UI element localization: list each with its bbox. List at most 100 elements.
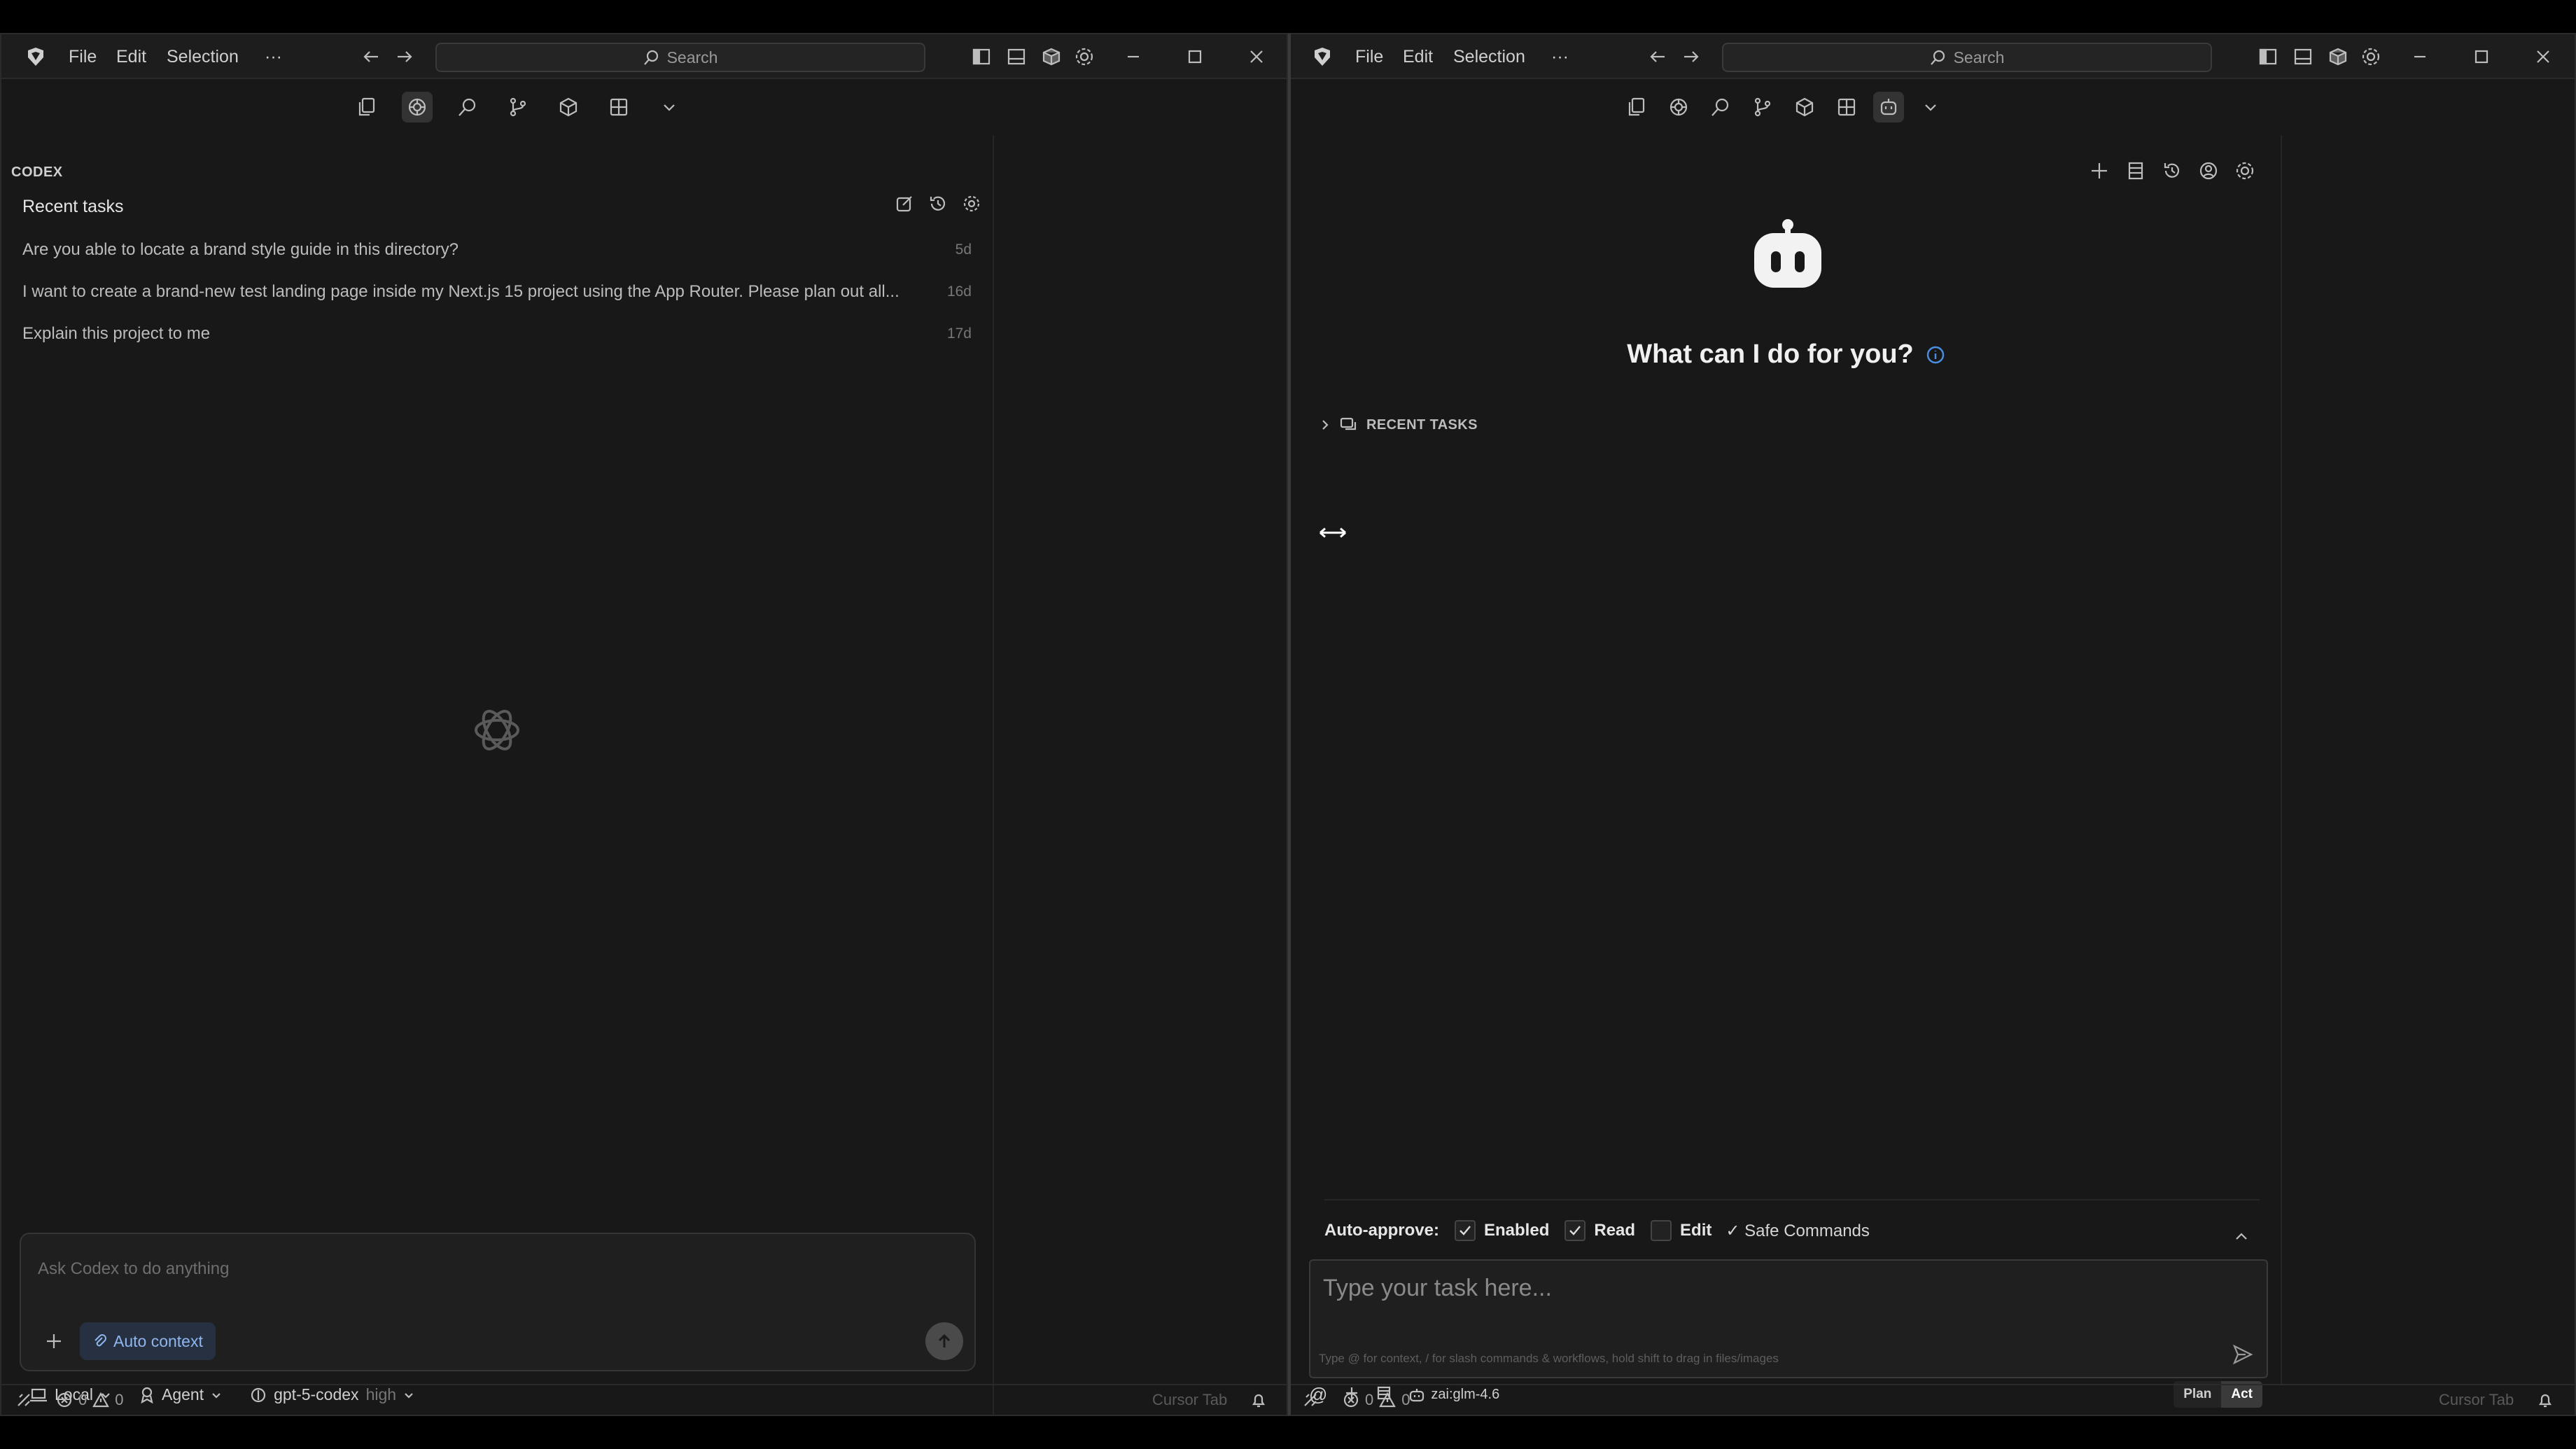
recent-task-item[interactable]: I want to create a brand-new test landin… bbox=[22, 278, 983, 306]
error-count: 0 bbox=[78, 1391, 88, 1408]
recent-task-item[interactable]: Are you able to locate a brand style gui… bbox=[22, 236, 983, 264]
notification-bell-icon[interactable] bbox=[2537, 1392, 2554, 1408]
back-arrow-icon[interactable] bbox=[361, 34, 381, 79]
panel-header-actions bbox=[2089, 160, 2255, 185]
menu-file[interactable]: File bbox=[1355, 34, 1383, 79]
task-input[interactable]: Type your task here... Type @ for contex… bbox=[1309, 1259, 2268, 1378]
welcome-heading: What can I do for you? bbox=[1291, 340, 2282, 370]
new-task-edit-icon[interactable] bbox=[895, 194, 914, 217]
menu-file[interactable]: File bbox=[69, 34, 97, 79]
search-label: Search bbox=[666, 48, 718, 66]
history-icon[interactable] bbox=[2162, 160, 2183, 185]
menu-more[interactable]: ··· bbox=[265, 34, 282, 79]
menu-selection[interactable]: Selection bbox=[1453, 34, 1525, 79]
recent-task-item[interactable]: Explain this project to me 17d bbox=[22, 320, 983, 348]
remote-connection-icon[interactable] bbox=[15, 1392, 32, 1408]
grid-layout-icon[interactable] bbox=[1831, 92, 1862, 122]
toggle-sidebar-icon[interactable] bbox=[972, 34, 991, 79]
cline-panel: What can I do for you? RECENT TASKS Auto… bbox=[1291, 135, 2282, 1408]
warning-count: 0 bbox=[115, 1391, 124, 1408]
chevron-down-icon[interactable] bbox=[654, 92, 685, 122]
explorer-files-icon[interactable] bbox=[1621, 92, 1652, 122]
explorer-files-icon[interactable] bbox=[351, 92, 382, 122]
resize-cursor-icon bbox=[1320, 527, 1346, 538]
settings-gear-icon[interactable] bbox=[2360, 34, 2381, 79]
send-icon[interactable] bbox=[2232, 1343, 2254, 1366]
search-sidebar-icon[interactable] bbox=[452, 92, 483, 122]
cline-robot-icon[interactable] bbox=[1873, 92, 1904, 122]
minimize-icon[interactable] bbox=[1126, 34, 1141, 79]
maximize-icon[interactable] bbox=[1187, 34, 1203, 79]
auto-context-button[interactable]: Auto context bbox=[80, 1322, 216, 1360]
recent-tasks-toggle[interactable]: RECENT TASKS bbox=[1319, 416, 1478, 433]
source-control-icon[interactable] bbox=[1747, 92, 1778, 122]
extensions-package-icon[interactable] bbox=[553, 92, 584, 122]
problems-indicator[interactable]: 0 0 bbox=[1343, 1391, 1410, 1409]
welcome-text: What can I do for you? bbox=[1627, 340, 1914, 369]
search-sidebar-icon[interactable] bbox=[1705, 92, 1736, 122]
settings-gear-icon[interactable] bbox=[962, 194, 981, 217]
extensions-package-icon[interactable] bbox=[1789, 92, 1820, 122]
command-search[interactable]: Search bbox=[435, 43, 925, 72]
error-count: 0 bbox=[1365, 1391, 1374, 1408]
read-label: Read bbox=[1594, 1221, 1636, 1240]
task-title: Are you able to locate a brand style gui… bbox=[22, 240, 459, 259]
check-icon bbox=[1569, 1226, 1581, 1236]
toggle-sidebar-icon[interactable] bbox=[2258, 34, 2278, 79]
chevron-up-icon[interactable] bbox=[2233, 1228, 2250, 1250]
task-placeholder: Type your task here... bbox=[1323, 1275, 1552, 1301]
minimize-icon[interactable] bbox=[2412, 34, 2428, 79]
grid-layout-icon[interactable] bbox=[603, 92, 634, 122]
panel-title: CODEX bbox=[11, 164, 63, 180]
menu-more[interactable]: ··· bbox=[1551, 34, 1569, 79]
paperclip-icon bbox=[94, 1334, 106, 1347]
problems-indicator[interactable]: 0 0 bbox=[56, 1391, 124, 1409]
codex-openai-icon[interactable] bbox=[402, 92, 433, 122]
app-logo-icon bbox=[1312, 34, 1333, 79]
cursor-tab-status[interactable]: Cursor Tab bbox=[1152, 1391, 1227, 1409]
comment-discussion-icon bbox=[1340, 417, 1357, 430]
chevron-down-icon[interactable] bbox=[1915, 92, 1946, 122]
close-icon[interactable] bbox=[1249, 34, 1264, 79]
prompt-placeholder: Ask Codex to do anything bbox=[38, 1259, 230, 1278]
left-window: File Edit Selection ··· Search CODEX Rec… bbox=[0, 33, 1288, 1416]
edit-checkbox[interactable] bbox=[1651, 1220, 1672, 1241]
new-task-plus-icon[interactable] bbox=[2089, 160, 2110, 185]
menu-selection[interactable]: Selection bbox=[167, 34, 239, 79]
toggle-panel-icon[interactable] bbox=[1007, 34, 1026, 79]
safe-commands-label[interactable]: ✓ Safe Commands bbox=[1726, 1221, 1870, 1241]
cursor-tab-status[interactable]: Cursor Tab bbox=[2439, 1391, 2514, 1409]
error-icon bbox=[1343, 1392, 1359, 1408]
history-icon[interactable] bbox=[928, 194, 948, 217]
info-icon[interactable] bbox=[1925, 344, 1946, 365]
toggle-panel-icon[interactable] bbox=[2293, 34, 2313, 79]
menu-edit[interactable]: Edit bbox=[116, 34, 146, 79]
forward-arrow-icon[interactable] bbox=[1681, 34, 1701, 79]
settings-gear-icon[interactable] bbox=[2234, 160, 2255, 185]
mcp-servers-icon[interactable] bbox=[2125, 160, 2146, 185]
source-control-icon[interactable] bbox=[503, 92, 533, 122]
task-age: 16d bbox=[946, 284, 972, 300]
command-search[interactable]: Search bbox=[1722, 43, 2212, 72]
extension-cube-icon[interactable] bbox=[1042, 34, 1061, 79]
notification-bell-icon[interactable] bbox=[1250, 1392, 1267, 1408]
maximize-icon[interactable] bbox=[2474, 34, 2489, 79]
read-checkbox[interactable] bbox=[1564, 1220, 1586, 1241]
task-title: I want to create a brand-new test landin… bbox=[22, 282, 899, 301]
task-title: Explain this project to me bbox=[22, 324, 211, 343]
codex-openai-icon[interactable] bbox=[1663, 92, 1694, 122]
extension-cube-icon[interactable] bbox=[2328, 34, 2348, 79]
forward-arrow-icon[interactable] bbox=[395, 34, 414, 79]
add-attachment-button[interactable] bbox=[36, 1324, 71, 1359]
search-icon bbox=[1930, 50, 1945, 65]
menu-edit[interactable]: Edit bbox=[1403, 34, 1433, 79]
remote-connection-icon[interactable] bbox=[1302, 1392, 1319, 1408]
close-icon[interactable] bbox=[2535, 34, 2551, 79]
enabled-label: Enabled bbox=[1484, 1221, 1550, 1240]
codex-prompt-box[interactable]: Ask Codex to do anything Auto context bbox=[20, 1233, 976, 1371]
send-button[interactable] bbox=[925, 1322, 963, 1360]
back-arrow-icon[interactable] bbox=[1648, 34, 1667, 79]
account-icon[interactable] bbox=[2198, 160, 2219, 185]
enabled-checkbox[interactable] bbox=[1455, 1220, 1476, 1241]
settings-gear-icon[interactable] bbox=[1074, 34, 1095, 79]
